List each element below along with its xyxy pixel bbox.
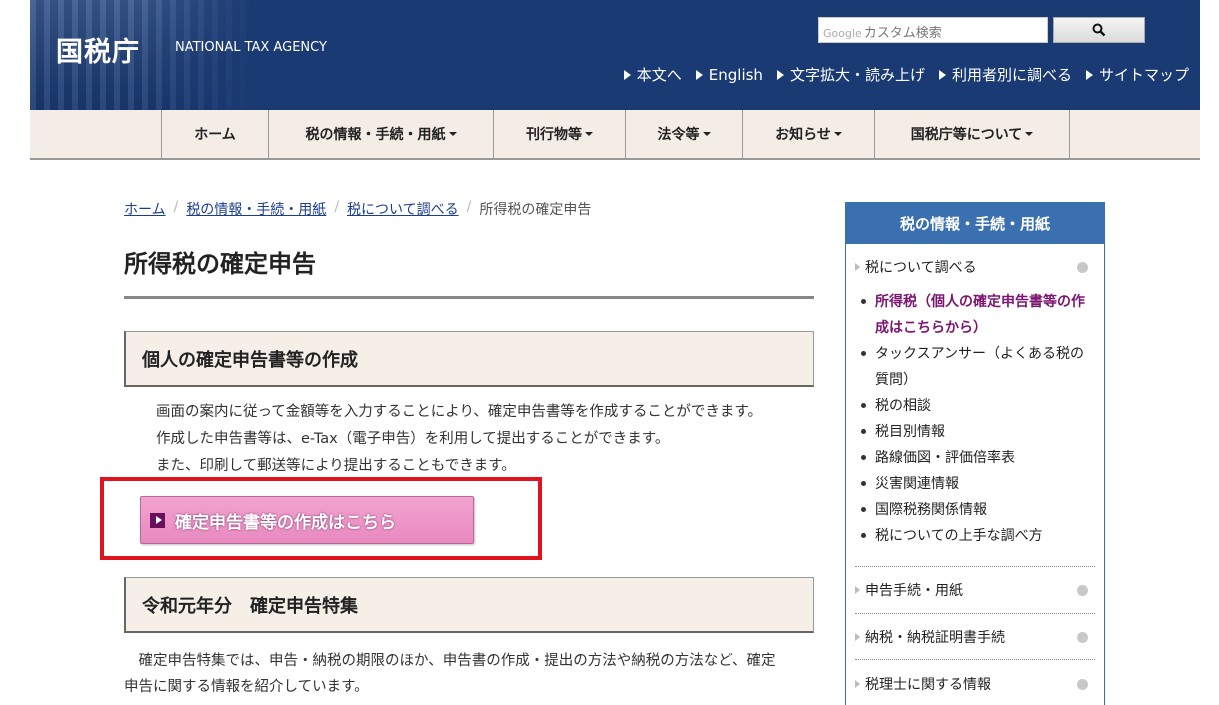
- google-brand-label: Google: [823, 27, 862, 40]
- nav-label: お知らせ: [775, 127, 831, 143]
- section1-line-2: 作成した申告書等は、e-Tax（電子申告）を利用して提出することができます。: [156, 431, 670, 447]
- nav-label: 税の情報・手続・用紙: [305, 127, 446, 143]
- section1-line-3: また、印刷して郵送等により提出することもできます。: [156, 458, 516, 474]
- util-link-english[interactable]: English: [695, 64, 763, 85]
- sidebar-link-tax-accountant[interactable]: 税理士に関する情報: [855, 674, 1094, 694]
- expand-icon[interactable]: [1077, 678, 1088, 690]
- sidebar-item-international[interactable]: 国際税務関係情報: [858, 497, 1093, 523]
- util-link-by-user[interactable]: 利用者別に調べる: [938, 64, 1072, 85]
- expand-icon[interactable]: [1077, 584, 1088, 596]
- util-link-main-content[interactable]: 本文へ: [623, 64, 682, 85]
- nav-item-publications[interactable]: 刊行物等: [493, 110, 625, 158]
- sidebar-link-label: 税について調べる: [865, 260, 977, 276]
- pointer-icon: [855, 263, 860, 271]
- util-link-accessibility[interactable]: 文字拡大・読み上げ: [776, 64, 925, 85]
- triangle-right-icon: [776, 69, 784, 80]
- search-icon: [1092, 23, 1106, 37]
- nav-label: 刊行物等: [526, 127, 582, 143]
- search-button[interactable]: [1053, 17, 1145, 43]
- nav-item-home[interactable]: ホーム: [161, 110, 268, 158]
- util-link-label: サイトマップ: [1098, 66, 1189, 84]
- sidebar-link-label: 納税・納税証明書手続: [865, 630, 1005, 646]
- sidebar-divider: [855, 659, 1095, 660]
- sidebar-item-route-price[interactable]: 路線価図・評価倍率表: [858, 445, 1093, 471]
- sidebar: 税の情報・手続・用紙 税について調べる 所得税（個人の確定申告書等の作成はこちら…: [845, 202, 1105, 705]
- breadcrumb-separator: /: [466, 199, 472, 215]
- sidebar-item-disaster-info[interactable]: 災害関連情報: [858, 471, 1093, 497]
- search-input[interactable]: Google カスタム検索: [818, 17, 1048, 43]
- caret-down-icon: [702, 132, 711, 136]
- breadcrumb-current: 所得税の確定申告: [479, 202, 592, 218]
- sidebar-link-label: 申告手続・用紙: [865, 583, 963, 599]
- create-return-button-label: 確定申告書等の作成はこちら: [175, 512, 396, 533]
- collapse-icon[interactable]: [1077, 261, 1088, 273]
- triangle-right-icon: [695, 69, 703, 80]
- sidebar-heading: 税の情報・手続・用紙: [846, 203, 1104, 244]
- nav-item-laws[interactable]: 法令等: [625, 110, 742, 158]
- sidebar-item-income-tax[interactable]: 所得税（個人の確定申告書等の作成はこちらから）: [858, 289, 1093, 341]
- nav-item-tax-info[interactable]: 税の情報・手続・用紙: [268, 110, 493, 158]
- sidebar-link-filing-forms[interactable]: 申告手続・用紙: [855, 580, 1094, 600]
- util-link-sitemap[interactable]: サイトマップ: [1085, 64, 1189, 85]
- caret-down-icon: [833, 132, 842, 136]
- breadcrumb-link-home[interactable]: ホーム: [124, 199, 166, 219]
- util-link-label: 本文へ: [636, 66, 682, 84]
- breadcrumb: ホーム / 税の情報・手続・用紙 / 税について調べる / 所得税の確定申告: [124, 199, 591, 219]
- triangle-right-icon: [938, 69, 946, 80]
- arrow-right-icon: [150, 512, 165, 528]
- nav-item-about[interactable]: 国税庁等について: [874, 110, 1070, 158]
- caret-down-icon: [585, 132, 593, 136]
- pointer-icon: [855, 586, 860, 594]
- site-logo[interactable]: 国税庁: [56, 30, 140, 69]
- sidebar-link-tax-research[interactable]: 税について調べる: [855, 257, 1094, 277]
- breadcrumb-separator: /: [334, 199, 340, 215]
- search-placeholder: カスタム検索: [863, 26, 942, 41]
- section-heading-special-feature: 令和元年分 確定申告特集: [124, 577, 814, 633]
- section2-line-1: 確定申告特集では、申告・納税の期限のほか、申告書の作成・提出の方法や納税の方法な…: [124, 653, 776, 669]
- section-heading-create-return: 個人の確定申告書等の作成: [124, 331, 814, 387]
- sidebar-item-tax-answer[interactable]: タックスアンサー（よくある税の質問）: [858, 341, 1093, 393]
- pointer-icon: [855, 633, 860, 641]
- sidebar-item-how-to-research[interactable]: 税についての上手な調べ方: [858, 523, 1093, 549]
- nav-label: ホーム: [194, 127, 236, 143]
- sidebar-item-consultation[interactable]: 税の相談: [858, 393, 1093, 419]
- title-divider: [124, 296, 814, 299]
- util-link-label: 文字拡大・読み上げ: [789, 66, 925, 84]
- caret-down-icon: [1025, 132, 1034, 136]
- breadcrumb-link-tax-info[interactable]: 税の情報・手続・用紙: [186, 199, 326, 219]
- util-link-label: English: [708, 65, 763, 84]
- global-nav: ホーム 税の情報・手続・用紙 刊行物等 法令等 お知らせ 国税庁等について: [30, 110, 1200, 160]
- section1-line-1: 画面の案内に従って金額等を入力することにより、確定申告書等を作成することができま…: [156, 404, 762, 420]
- triangle-right-icon: [1085, 69, 1093, 80]
- utility-links: 本文へ English 文字拡大・読み上げ 利用者別に調べる サイトマップ: [623, 64, 1189, 85]
- sidebar-sublist: 所得税（個人の確定申告書等の作成はこちらから） タックスアンサー（よくある税の質…: [858, 289, 1093, 549]
- expand-icon[interactable]: [1077, 631, 1088, 643]
- nav-item-news[interactable]: お知らせ: [742, 110, 874, 158]
- page-title: 所得税の確定申告: [124, 250, 316, 278]
- pointer-icon: [855, 680, 860, 688]
- create-return-button[interactable]: 確定申告書等の作成はこちら: [140, 496, 474, 544]
- sidebar-link-payment[interactable]: 納税・納税証明書手続: [855, 627, 1094, 647]
- nav-label: 法令等: [657, 127, 700, 143]
- caret-down-icon: [448, 132, 457, 136]
- site-logo-english: NATIONAL TAX AGENCY: [175, 40, 327, 55]
- section2-line-2: 申告に関する情報を紹介しています。: [124, 679, 369, 695]
- breadcrumb-separator: /: [173, 199, 179, 215]
- nav-label: 国税庁等について: [910, 127, 1023, 143]
- sidebar-divider: [855, 566, 1095, 567]
- sidebar-item-tax-type-info[interactable]: 税目別情報: [858, 419, 1093, 445]
- sidebar-link-label: 税理士に関する情報: [865, 677, 991, 693]
- triangle-right-icon: [623, 69, 631, 80]
- util-link-label: 利用者別に調べる: [951, 66, 1072, 84]
- breadcrumb-link-research[interactable]: 税について調べる: [347, 199, 459, 219]
- sidebar-divider: [855, 613, 1095, 614]
